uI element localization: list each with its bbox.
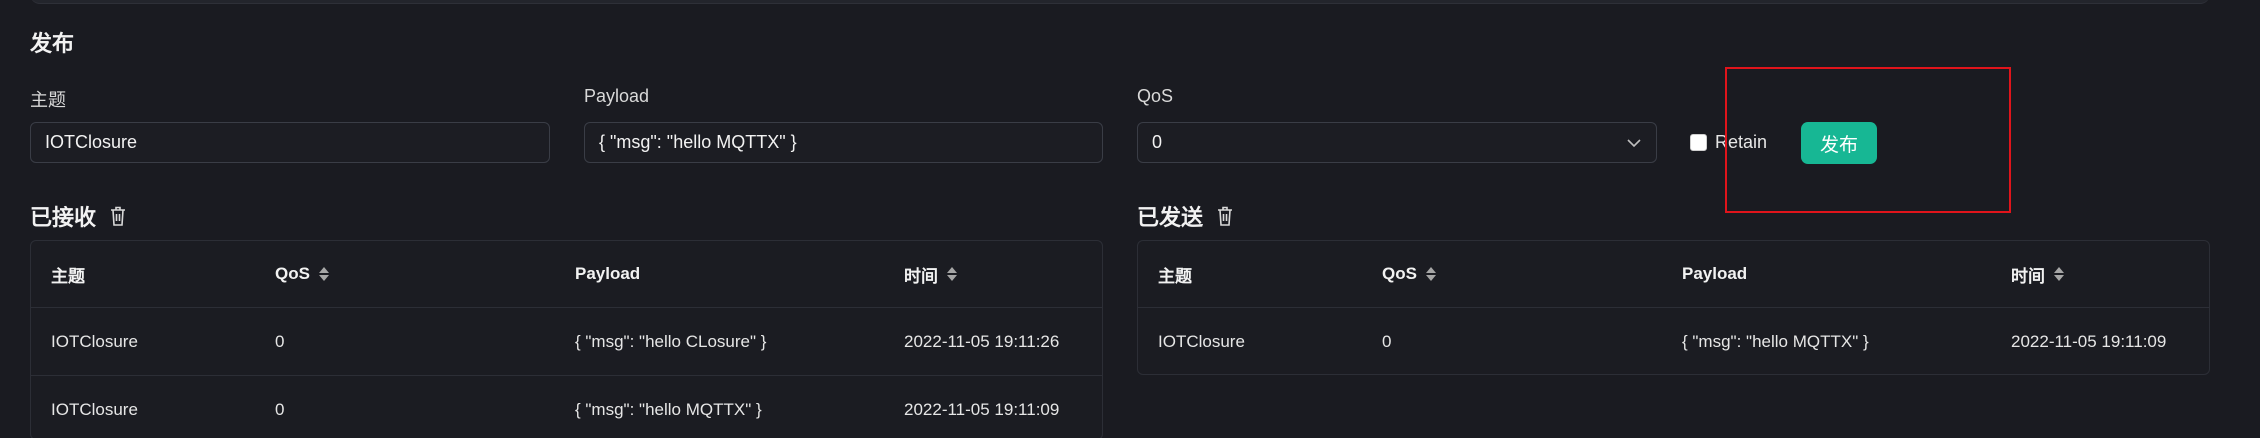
row-qos: 0 <box>1382 332 1392 351</box>
table-row[interactable]: IOTClosure 0 { "msg": "hello MQTTX" } 20… <box>1138 308 2209 374</box>
received-title-text: 已接收 <box>30 205 97 230</box>
highlight-annotation <box>1725 67 2011 213</box>
publish-panel: 发布 主题 IOTClosure Payload { "msg": "hello… <box>0 0 2260 438</box>
row-qos: 0 <box>275 400 285 419</box>
publish-section-title: 发布 <box>30 31 75 56</box>
col-qos-label: QoS <box>1382 264 1417 283</box>
sent-title-text: 已发送 <box>1137 205 1204 230</box>
sort-icon[interactable] <box>2053 266 2065 282</box>
col-time[interactable]: 时间 <box>2011 241 2065 307</box>
chevron-down-icon <box>1627 139 1641 148</box>
topic-input-value: IOTClosure <box>45 132 138 152</box>
row-topic: IOTClosure <box>51 400 138 419</box>
sort-icon[interactable] <box>946 266 958 282</box>
sent-table: 主题 QoS Payload 时间 IOTClosure 0 { "msg": … <box>1137 240 2210 375</box>
col-time-label: 时间 <box>2011 266 2045 286</box>
received-table: 主题 QoS Payload 时间 IOTClosure 0 { "msg": … <box>30 240 1103 438</box>
col-qos[interactable]: QoS <box>1382 241 1437 307</box>
trash-icon[interactable] <box>108 205 128 227</box>
sent-title: 已发送 <box>1137 200 1235 232</box>
col-topic: 主题 <box>1158 266 1192 286</box>
payload-label: Payload <box>584 86 650 106</box>
row-qos: 0 <box>275 331 285 351</box>
row-payload: { "msg": "hello MQTTX" } <box>575 400 762 419</box>
row-time: 2022-11-05 19:11:26 <box>904 331 1060 351</box>
row-time: 2022-11-05 19:11:09 <box>2011 332 2167 351</box>
table-header: 主题 QoS Payload 时间 <box>31 241 1102 308</box>
previous-panel-edge <box>30 0 2210 4</box>
payload-input-value: { "msg": "hello MQTTX" } <box>599 132 797 152</box>
col-qos-label: QoS <box>275 264 310 283</box>
col-payload: Payload <box>1682 264 1748 283</box>
qos-select-value: 0 <box>1152 132 1163 152</box>
topic-label: 主题 <box>30 90 66 110</box>
table-header: 主题 QoS Payload 时间 <box>1138 241 2209 308</box>
col-time[interactable]: 时间 <box>904 241 958 307</box>
qos-select[interactable]: 0 <box>1137 122 1657 163</box>
topic-input[interactable]: IOTClosure <box>30 122 550 163</box>
sort-icon[interactable] <box>318 266 330 282</box>
col-time-label: 时间 <box>904 266 938 286</box>
table-row[interactable]: IOTClosure 0 { "msg": "hello CLosure" } … <box>31 308 1102 376</box>
col-topic: 主题 <box>51 266 85 286</box>
sort-icon[interactable] <box>1425 266 1437 282</box>
trash-icon[interactable] <box>1215 205 1235 227</box>
payload-input[interactable]: { "msg": "hello MQTTX" } <box>584 122 1103 163</box>
received-title: 已接收 <box>30 200 128 232</box>
row-payload: { "msg": "hello MQTTX" } <box>1682 332 1869 351</box>
row-time: 2022-11-05 19:11:09 <box>904 400 1060 419</box>
qos-label: QoS <box>1137 86 1174 106</box>
table-row[interactable]: IOTClosure 0 { "msg": "hello MQTTX" } 20… <box>31 376 1102 438</box>
row-topic: IOTClosure <box>51 331 138 351</box>
col-payload: Payload <box>575 264 641 283</box>
row-topic: IOTClosure <box>1158 332 1245 351</box>
retain-checkbox[interactable] <box>1690 134 1707 151</box>
row-payload: { "msg": "hello CLosure" } <box>575 331 767 351</box>
col-qos[interactable]: QoS <box>275 241 330 307</box>
